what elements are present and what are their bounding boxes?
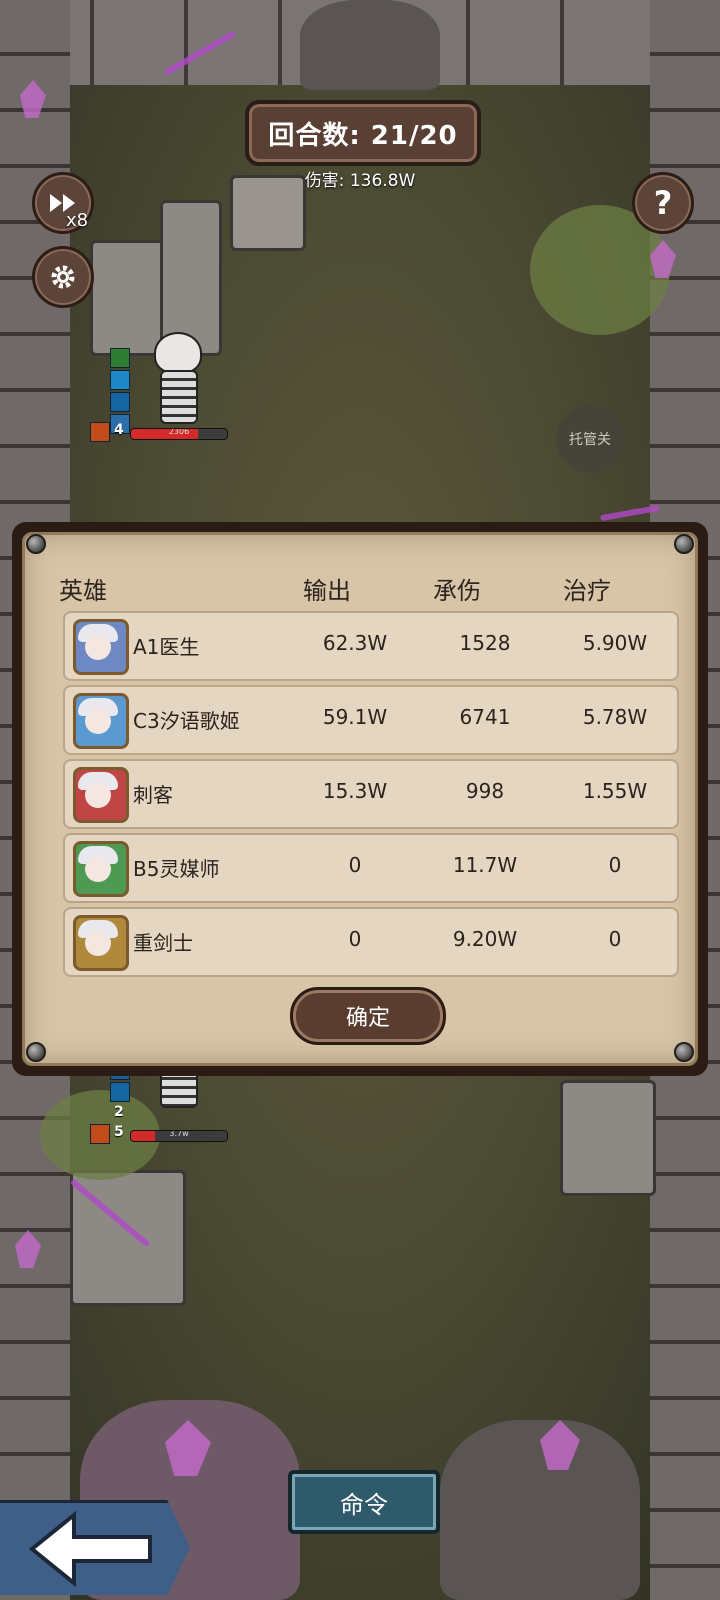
rivet [26, 1042, 46, 1062]
ruin-wall [560, 1080, 656, 1196]
hero-name: C3汐语歌姬 [133, 709, 240, 733]
buff-count: 2 [114, 1104, 124, 1120]
hero-name: 重剑士 [133, 931, 193, 955]
enemy-hp-bar: 2306 [130, 428, 228, 440]
output-value: 62.3W [322, 631, 388, 655]
back-arrow-icon [28, 1510, 152, 1588]
taken-value: 11.7W [452, 853, 518, 877]
taken-value: 1528 [459, 631, 511, 655]
table-row: B5灵媒师 0 11.7W 0 [63, 833, 679, 903]
heal-value: 1.55W [582, 779, 648, 803]
rivet [674, 1042, 694, 1062]
buff-icon [110, 1082, 130, 1102]
hero-name: 刺客 [133, 783, 173, 807]
rock-crate [300, 0, 440, 90]
buff-icon [110, 348, 130, 368]
table-row: A1医生 62.3W 1528 5.90W [63, 611, 679, 681]
ally-hp-bar: 3.7w [130, 1130, 228, 1142]
heal-value: 0 [608, 853, 622, 877]
speed-multiplier: x8 [66, 210, 89, 231]
help-button[interactable]: ? [632, 172, 694, 234]
back-button[interactable] [0, 1500, 190, 1595]
rivet [26, 534, 46, 554]
hero-name: B5灵媒师 [133, 857, 220, 881]
buff-icon [110, 392, 130, 412]
header-output: 输出 [303, 577, 351, 605]
enemy-hp-text: 2306 [168, 428, 190, 436]
heal-value: 5.78W [582, 705, 648, 729]
taken-value: 6741 [459, 705, 511, 729]
taken-value: 9.20W [452, 927, 518, 951]
rivet [674, 534, 694, 554]
table-row: 刺客 15.3W 998 1.55W [63, 759, 679, 829]
dialog-panel: 英雄 输出 承伤 治疗 A1医生 62.3W 1528 5.90W C3汐语歌姬… [22, 532, 698, 1066]
output-value: 59.1W [322, 705, 388, 729]
header-healing: 治疗 [563, 577, 611, 605]
question-mark-icon: ? [653, 184, 673, 222]
table-row: 重剑士 0 9.20W 0 [63, 907, 679, 977]
header-hero: 英雄 [59, 577, 107, 605]
settings-button[interactable] [32, 246, 94, 308]
command-button[interactable]: 命令 [288, 1470, 440, 1534]
fire-buff-icon [90, 1124, 110, 1144]
battle-stats-dialog: 英雄 输出 承伤 治疗 A1医生 62.3W 1528 5.90W C3汐语歌姬… [12, 522, 708, 1076]
round-counter-label: 回合数: 21/20 [268, 120, 458, 151]
hero-name: A1医生 [133, 635, 200, 659]
heal-value: 0 [608, 927, 622, 951]
hero-avatar [73, 693, 129, 749]
enemy-skeleton[interactable]: 4 2306 [88, 330, 238, 450]
output-value: 0 [348, 927, 362, 951]
confirm-button[interactable]: 确定 [290, 987, 446, 1045]
heal-value: 5.90W [582, 631, 648, 655]
rock-crate [440, 1420, 640, 1600]
hero-avatar [73, 915, 129, 971]
gear-icon [51, 265, 75, 289]
ally-skeleton[interactable]: 2 5 3.7w [88, 1060, 238, 1170]
skeleton-head [154, 332, 202, 374]
table-row: C3汐语歌姬 59.1W 6741 5.78W [63, 685, 679, 755]
hero-avatar [73, 841, 129, 897]
output-value: 15.3W [322, 779, 388, 803]
auto-battle-button[interactable]: 托管关 [556, 405, 624, 473]
total-damage-label: 伤害: 136.8W [304, 171, 416, 191]
ally-level: 5 [114, 1124, 124, 1140]
fire-buff-icon [90, 422, 110, 442]
output-value: 0 [348, 853, 362, 877]
header-damage-taken: 承伤 [433, 577, 481, 605]
command-label: 命令 [340, 1490, 388, 1519]
taken-value: 998 [465, 779, 505, 803]
hero-avatar [73, 619, 129, 675]
hero-avatar [73, 767, 129, 823]
auto-battle-label: 托管关 [569, 432, 611, 448]
enemy-level: 4 [114, 422, 124, 438]
ally-hp-text: 3.7w [169, 1130, 189, 1138]
skeleton-body [160, 370, 198, 424]
buff-icon [110, 370, 130, 390]
round-counter: 回合数: 21/20 [245, 100, 481, 166]
confirm-label: 确定 [345, 1006, 390, 1031]
